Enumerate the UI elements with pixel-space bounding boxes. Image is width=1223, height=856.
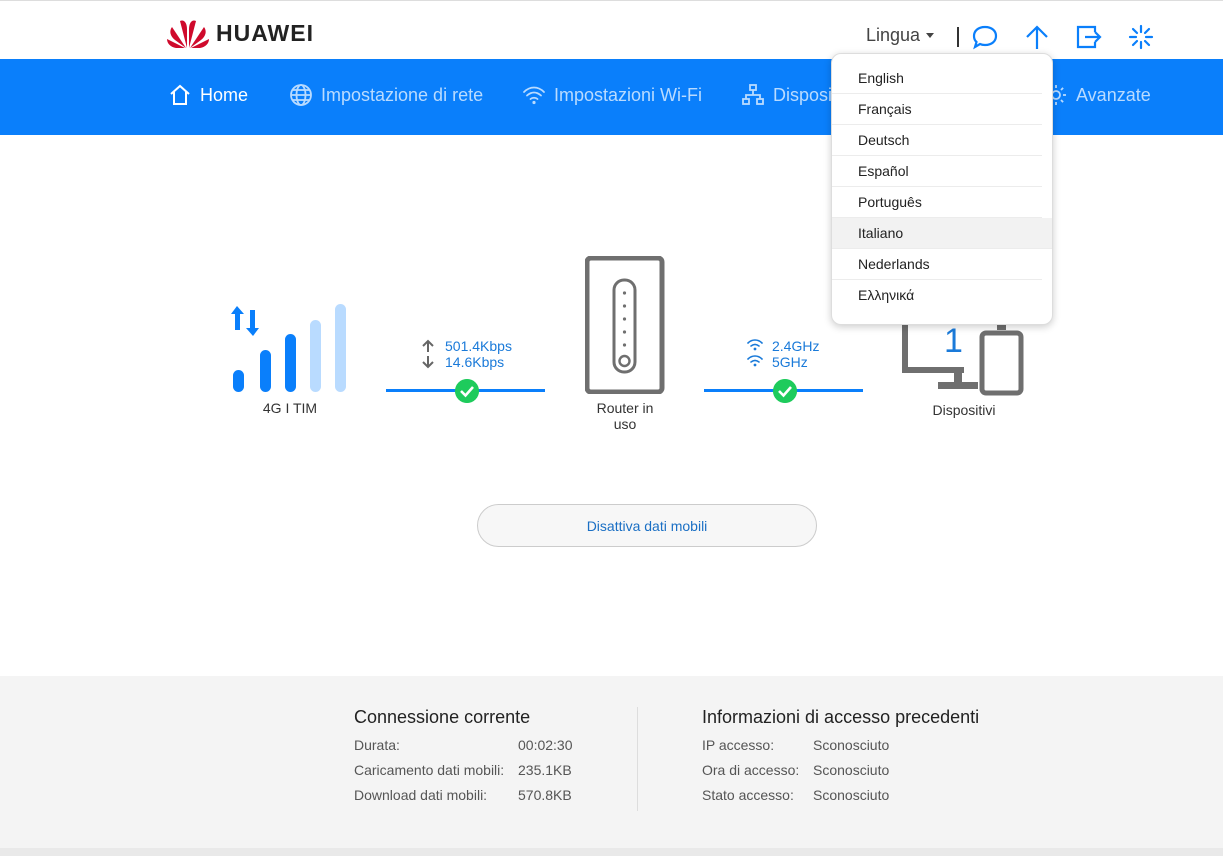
current-row-value: 00:02:30 [518, 737, 573, 753]
signal-strength-icon [231, 304, 346, 392]
divider [957, 27, 959, 47]
download-rate: 14.6Kbps [445, 354, 505, 370]
nav-item-home[interactable]: Home [168, 83, 248, 107]
language-label: Lingua [866, 25, 921, 45]
upload-rate: 501.4Kbps [445, 338, 512, 354]
wifi-bands-icon [747, 339, 763, 367]
language-selector[interactable]: Lingua [866, 25, 935, 46]
globe-icon [290, 84, 312, 106]
top-bar: HUAWEI Lingua [0, 0, 1223, 59]
language-option-portuguese[interactable]: Português [832, 187, 1042, 218]
previous-row-value: Sconosciuto [813, 762, 890, 778]
nav-item-wifi[interactable]: Impostazioni Wi-Fi [522, 83, 702, 107]
language-option-greek[interactable]: Ελληνικά [832, 280, 1042, 311]
network-label: 4G I TIM [262, 400, 318, 416]
home-icon [170, 84, 190, 105]
caret-down-icon [926, 33, 935, 38]
language-option-spanish[interactable]: Español [832, 156, 1042, 187]
current-row-value: 235.1KB [518, 762, 572, 778]
nav-item-devices[interactable]: Dispositi [741, 83, 841, 107]
wifi-ok-check-icon [773, 379, 797, 403]
huawei-logo[interactable]: HUAWEI [166, 17, 314, 49]
nav-label: Avanzate [1076, 84, 1151, 105]
chat-bubble-icon[interactable] [971, 23, 999, 51]
language-dropdown: English Français Deutsch Español Portugu… [831, 53, 1053, 325]
huawei-flower-icon [167, 20, 209, 48]
nav-item-network[interactable]: Impostazione di rete [289, 83, 483, 107]
language-option-german[interactable]: Deutsch [832, 125, 1042, 156]
nav-label: Impostazione di rete [321, 84, 484, 105]
nav-label: Impostazioni Wi-Fi [554, 84, 703, 105]
previous-row-value: Sconosciuto [813, 737, 890, 753]
current-row-label: Download dati mobili: [354, 787, 488, 803]
devices-count: 1 [944, 322, 963, 360]
language-option-french[interactable]: Français [832, 94, 1042, 125]
current-row-label: Durata: [354, 737, 400, 753]
language-option-english[interactable]: English [832, 63, 1042, 94]
up-down-arrows-icon [422, 339, 434, 369]
nav-label: Home [200, 84, 249, 105]
current-row-value: 570.8KB [518, 787, 572, 803]
wifi-2-4ghz: 2.4GHz [772, 338, 820, 354]
language-option-italian[interactable]: Italiano [832, 218, 1052, 249]
loading-spinner-icon[interactable] [1127, 23, 1155, 51]
previous-row-value: Sconosciuto [813, 787, 890, 803]
language-option-dutch[interactable]: Nederlands [832, 249, 1042, 280]
footer-strip [0, 848, 1223, 856]
previous-row-label: IP accesso: [702, 737, 775, 753]
wifi-5ghz: 5GHz [772, 354, 808, 370]
footer-divider [637, 707, 638, 811]
connection-info-panel [0, 676, 1223, 848]
wan-ok-check-icon [455, 379, 479, 403]
previous-row-label: Ora di accesso: [702, 762, 800, 778]
devices-label: Dispositivi [932, 402, 996, 418]
devices-tree-icon [742, 84, 764, 105]
logout-icon[interactable] [1075, 23, 1103, 51]
nav-item-advanced[interactable]: Avanzate [1044, 83, 1151, 107]
previous-access-title: Informazioni di accesso precedenti [702, 707, 980, 727]
upload-arrow-icon[interactable] [1023, 23, 1051, 51]
disable-mobile-data-button[interactable]: Disattiva dati mobili [477, 504, 817, 547]
current-connection-title: Connessione corrente [354, 707, 531, 727]
devices-icon[interactable] [902, 322, 1026, 396]
brand-name: HUAWEI [216, 19, 314, 46]
router-label: Router in uso [596, 400, 654, 432]
current-row-label: Caricamento dati mobili: [354, 762, 505, 778]
wifi-icon [523, 86, 545, 105]
router-icon[interactable] [585, 256, 665, 394]
previous-row-label: Stato accesso: [702, 787, 794, 803]
